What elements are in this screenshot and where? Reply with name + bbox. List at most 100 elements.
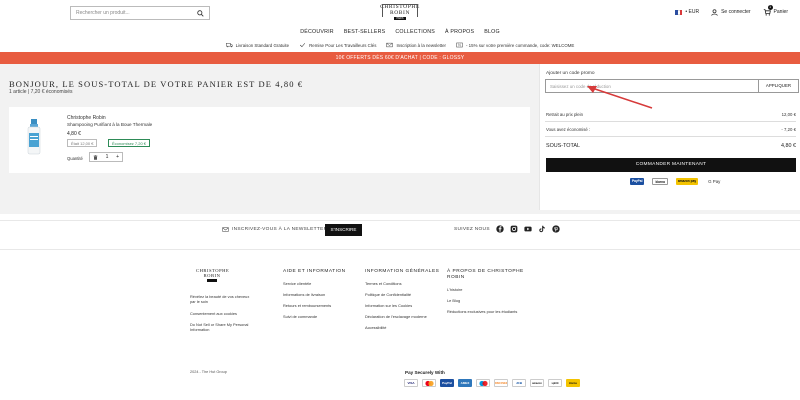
copyright-text: 2024 - The Hut Group [190, 370, 227, 374]
quantity-increase-button[interactable]: + [116, 154, 119, 160]
klarna-badge[interactable]: klarna [652, 178, 668, 185]
nav-discover[interactable]: DÉCOUVRIR [300, 29, 334, 35]
account-link[interactable]: Se connecter [711, 8, 751, 16]
footer-link-do-not-sell-2[interactable]: Information [190, 327, 209, 332]
nav-about[interactable]: À PROPOS [445, 29, 474, 35]
footer-link-privacy[interactable]: Politique de Confidentialité [365, 292, 411, 297]
instagram-icon[interactable] [510, 225, 518, 233]
amex-icon: AMEX [458, 379, 472, 387]
cart-link[interactable]: 1 Panier [763, 5, 788, 16]
maestro-icon [476, 379, 490, 387]
footer-link-order-tracking[interactable]: Suivi de commande [283, 314, 317, 319]
newsletter-signup-button[interactable]: S'INSCRIRE [325, 224, 362, 236]
usp-item[interactable]: - 15% sur votre première commande, code:… [456, 42, 574, 48]
usp-text: Remise Pour Les Travailleurs Clés [309, 42, 377, 48]
footer-col-help-heading: AIDE ET INFORMATION [283, 269, 346, 274]
order-summary: Ajouter un code promo APPLIQUER Retrait … [539, 64, 800, 210]
footer-tagline-2: par le soin [190, 299, 208, 304]
footer-link-accessibility[interactable]: Accessibilité [365, 325, 386, 330]
checkout-button[interactable]: COMMANDER MAINTENANT [546, 158, 796, 172]
paypal-icon: PayPal [440, 379, 454, 387]
account-label: Se connecter [721, 9, 751, 15]
footer-link-history[interactable]: L'histoire [447, 287, 462, 292]
product-brand[interactable]: Christophe Robin [67, 115, 106, 121]
pinterest-icon[interactable] [552, 225, 560, 233]
cart-item: Christophe Robin Shampooing Purifiant à … [9, 107, 530, 173]
cart-greeting: BONJOUR, LE SOUS-TOTAL DE VOTRE PANIER E… [9, 79, 304, 89]
paypal-badge[interactable]: PayPal [630, 178, 645, 185]
divider [545, 121, 796, 122]
cart-count-badge: 1 [767, 5, 773, 10]
google-pay-badge[interactable]: G Pay [706, 178, 723, 185]
footer-link-returns[interactable]: Retours et remboursements [283, 303, 331, 308]
quantity-stepper: 1 + [89, 152, 123, 162]
usp-text: Livraison Standard Gratuite [235, 42, 290, 48]
promo-banner[interactable]: 10€ OFFERTS DÈS 60€ D'ACHAT | CODE : GLO… [0, 52, 800, 64]
product-name[interactable]: Shampooing Purifiant à la Boue Thermale [67, 122, 152, 127]
usp-text: Inscription à la newsletter [396, 42, 446, 48]
tiktok-icon[interactable] [538, 225, 546, 233]
check-icon [300, 43, 306, 48]
mastercard-icon [422, 379, 436, 387]
search-icon[interactable] [197, 9, 204, 17]
logo-bar: PARIS [394, 17, 406, 20]
footer-logo[interactable]: CHRISTOPHE ROBIN [196, 268, 229, 288]
user-icon [711, 8, 718, 16]
search-box[interactable] [70, 6, 210, 20]
usp-item[interactable]: Inscription à la newsletter [386, 42, 446, 48]
coupon-label: Ajouter un code promo [546, 71, 595, 76]
youtube-icon[interactable] [524, 225, 532, 233]
search-input[interactable] [76, 10, 197, 16]
usp-item[interactable]: Remise Pour Les Travailleurs Clés [299, 42, 376, 48]
subtotal-label: SOUS-TOTAL [546, 143, 580, 149]
footer-logo-bar [207, 279, 217, 282]
product-price: 4,80 € [67, 131, 81, 137]
usp-text: - 15% sur votre première commande, code:… [466, 42, 575, 48]
footer-col-about-heading-2: ROBIN [447, 275, 465, 280]
truck-icon [225, 43, 233, 48]
nav-blog[interactable]: BLOG [484, 29, 500, 35]
site-footer: CHRISTOPHE ROBIN Révélez la beauté de vo… [0, 249, 800, 400]
nav-collections[interactable]: COLLECTIONS [395, 29, 435, 35]
brand-logo[interactable]: CHRISTOPHE ROBIN PARIS [380, 4, 420, 26]
france-flag-icon [675, 9, 683, 15]
footer-link-customer-service[interactable]: Service clientèle [283, 281, 311, 286]
usp-item[interactable]: Livraison Standard Gratuite [225, 42, 290, 48]
payment-methods: VISA PayPal AMEX DISCOVER JCB amazon spl… [404, 379, 580, 387]
follow-us-label: SUIVEZ NOUS [454, 227, 490, 232]
footer-link-cookie-info[interactable]: Information sur les Cookies [365, 303, 412, 308]
pay-securely-heading: Pay Securely With [405, 370, 445, 375]
summary-row-label: Retrait au prix plein [546, 112, 584, 117]
footer-link-cookies-consent[interactable]: Consentement aux cookies [190, 311, 237, 316]
subtotal-value: 4,80 € [781, 143, 796, 149]
footer-link-modern-slavery[interactable]: Déclaration de l'esclavage moderne [365, 314, 427, 319]
coupon-box: APPLIQUER [545, 79, 799, 93]
cart-count-text: 1 article | 7,20 € économisés [9, 89, 73, 95]
facebook-icon[interactable] [496, 225, 504, 233]
footer-link-delivery[interactable]: Informations de livraison [283, 292, 325, 297]
summary-row-value: 12,00 € [781, 112, 796, 117]
cart-icon: 1 [763, 5, 773, 16]
quantity-label: Quantité [67, 156, 83, 161]
amazon-pay-badge[interactable]: amazon pay [675, 178, 699, 185]
apply-coupon-button[interactable]: APPLIQUER [758, 80, 798, 92]
summary-row-full-price: Retrait au prix plein 12,00 € [546, 112, 796, 117]
mail-icon [222, 227, 229, 232]
original-price-badge: Était 12,00 € [67, 139, 98, 147]
product-image[interactable] [27, 119, 41, 155]
trash-icon[interactable] [93, 154, 98, 160]
footer-link-student-discount[interactable]: Réductions exclusives pour les étudiants [447, 309, 517, 314]
mail-icon [386, 42, 394, 48]
currency-selector[interactable]: • EUR [675, 9, 699, 15]
footer-link-terms[interactable]: Termes et Conditions [365, 281, 402, 286]
discover-icon: DISCOVER [494, 379, 508, 387]
footer-col-general-heading: INFORMATION GÉNÉRALES [365, 269, 440, 274]
coupon-input[interactable] [546, 80, 758, 92]
newsletter-text: INSCRIVEZ-VOUS À LA NEWSLETTER [232, 227, 328, 232]
express-payments: PayPal klarna amazon pay G Pay [630, 178, 723, 185]
footer-link-blog[interactable]: Le Blog [447, 298, 460, 303]
klarna-icon: klarna [566, 379, 580, 387]
quantity-value[interactable]: 1 [106, 154, 109, 160]
currency-label: • EUR [685, 9, 700, 15]
nav-best-sellers[interactable]: BEST-SELLERS [344, 29, 386, 35]
